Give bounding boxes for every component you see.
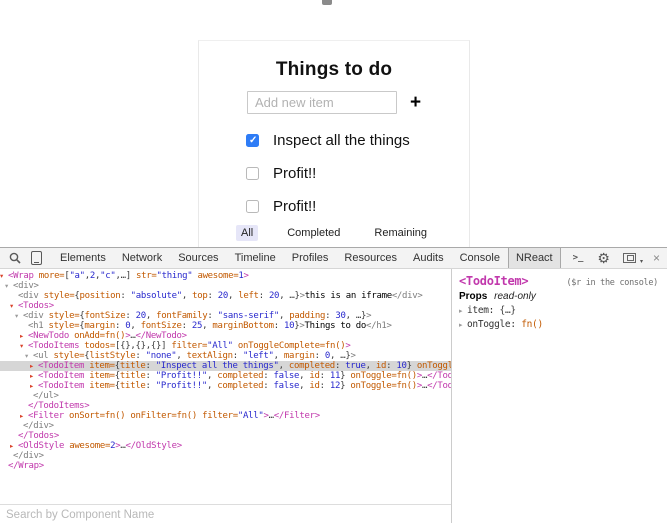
expand-arrow-icon[interactable]: ▸ [459, 321, 467, 329]
prop-row[interactable]: ▸onToggle: fn() [459, 319, 660, 330]
devtools-toolbar: ElementsNetworkSourcesTimelineProfilesRe… [0, 248, 667, 269]
todo-label: Inspect all the things [273, 132, 410, 149]
devtools-tabs: ElementsNetworkSourcesTimelineProfilesRe… [52, 248, 561, 268]
device-mode-icon[interactable] [31, 251, 42, 265]
todo-list: Inspect all the things Profit!! Profit!! [246, 130, 469, 216]
todo-item: Profit!! [246, 163, 469, 183]
todo-label: Profit!! [273, 165, 316, 182]
prop-value: {…} [500, 305, 516, 316]
tree-row[interactable]: </div> [0, 451, 451, 461]
todo-app-iframe: Things to do + Inspect all the things Pro… [198, 40, 470, 248]
expand-arrow-icon[interactable]: ▸ [20, 411, 28, 421]
tree-row[interactable]: ▾<Todos> [0, 301, 451, 311]
expand-arrow-icon[interactable]: ▸ [30, 361, 38, 371]
collapse-arrow-icon[interactable]: ▾ [25, 351, 33, 361]
dock-side-icon[interactable] [623, 253, 636, 263]
tree-row[interactable]: ▸<Filter onSort=fn() onFilter=fn() filte… [0, 411, 451, 421]
tree-row[interactable]: ▾<div style={fontSize: 20, fontFamily: "… [0, 311, 451, 321]
inspect-element-icon[interactable] [8, 251, 22, 265]
tab-nreact[interactable]: NReact [508, 248, 561, 268]
add-item-button[interactable]: + [410, 93, 421, 112]
prop-rows: ▸item: {…}▸onToggle: fn() [459, 305, 660, 330]
tree-row[interactable]: ▸<TodoItem item={title: "Profit!!", comp… [0, 371, 451, 381]
tab-console[interactable]: Console [452, 248, 508, 268]
todo-checkbox[interactable] [246, 167, 259, 180]
expand-arrow-icon[interactable]: ▸ [30, 371, 38, 381]
tab-network[interactable]: Network [114, 248, 170, 268]
props-panel: <TodoItem> ($r in the console) Props rea… [452, 269, 667, 523]
console-drawer-icon[interactable]: >_ [573, 253, 584, 263]
tree-row[interactable]: ▸<TodoItem item={title: "Inspect all the… [0, 361, 451, 371]
prop-value: fn() [521, 319, 543, 330]
expand-arrow-icon[interactable]: ▸ [30, 381, 38, 391]
todo-checkbox[interactable] [246, 200, 259, 213]
tree-row[interactable]: </ul> [0, 391, 451, 401]
collapse-arrow-icon[interactable]: ▾ [15, 311, 23, 321]
tree-row[interactable]: ▾<Wrap more=["a",2,"c",…] str="thing" aw… [0, 271, 451, 281]
component-search-input[interactable] [0, 506, 452, 523]
collapse-arrow-icon[interactable]: ▾ [0, 271, 8, 281]
props-header: <TodoItem> ($r in the console) [459, 274, 660, 288]
tree-row[interactable]: </div> [0, 421, 451, 431]
prop-name: onToggle: [467, 319, 521, 330]
props-label: Props [459, 291, 487, 302]
tree-row[interactable]: </Todos> [0, 431, 451, 441]
filter-remaining[interactable]: Remaining [369, 225, 432, 241]
tree-row[interactable]: <h1 style={margin: 0, fontSize: 25, marg… [0, 321, 451, 331]
readonly-label: read-only [494, 291, 536, 302]
todo-item: Inspect all the things [246, 130, 469, 150]
new-item-input[interactable] [247, 91, 397, 114]
tree-row[interactable]: ▸<TodoItem item={title: "Profit!!", comp… [0, 381, 451, 391]
component-tree-panel: ▾<Wrap more=["a",2,"c",…] str="thing" aw… [0, 269, 452, 523]
tab-timeline[interactable]: Timeline [227, 248, 284, 268]
prop-row[interactable]: ▸item: {…} [459, 305, 660, 316]
todo-checkbox[interactable] [246, 134, 259, 147]
tab-audits[interactable]: Audits [405, 248, 452, 268]
tab-resources[interactable]: Resources [336, 248, 405, 268]
tab-elements[interactable]: Elements [52, 248, 114, 268]
selected-component-name: <TodoItem> [459, 274, 528, 288]
todo-item: Profit!! [246, 196, 469, 216]
devtools-body: ▾<Wrap more=["a",2,"c",…] str="thing" aw… [0, 269, 667, 523]
filter-all[interactable]: All [236, 225, 258, 241]
filter-completed[interactable]: Completed [282, 225, 345, 241]
add-item-row: + [199, 91, 469, 114]
todo-label: Profit!! [273, 198, 316, 215]
expand-arrow-icon[interactable]: ▸ [20, 331, 28, 341]
page: Things to do + Inspect all the things Pro… [0, 0, 667, 523]
tree-row[interactable]: ▾<ul style={listStyle: "none", textAlign… [0, 351, 451, 361]
prop-name: item: [467, 305, 500, 316]
devtools-panel: ElementsNetworkSourcesTimelineProfilesRe… [0, 247, 667, 523]
filter-buttons: All Completed Remaining [199, 225, 469, 241]
component-tree: ▾<Wrap more=["a",2,"c",…] str="thing" aw… [0, 269, 451, 471]
dock-options-caret-icon[interactable]: ▾ [640, 258, 643, 268]
expand-arrow-icon[interactable]: ▸ [10, 441, 18, 451]
tree-row[interactable]: </Wrap> [0, 461, 451, 471]
browser-chrome-artifact [322, 0, 332, 5]
tab-profiles[interactable]: Profiles [284, 248, 337, 268]
tree-row[interactable]: </TodoItems> [0, 401, 451, 411]
tree-row[interactable]: ▸<OldStyle awesome=2>…</OldStyle> [0, 441, 451, 451]
expand-arrow-icon[interactable]: ▸ [459, 307, 467, 315]
close-icon[interactable]: × [653, 252, 660, 264]
tree-row[interactable]: <div style={position: "absolute", top: 2… [0, 291, 451, 301]
search-bar [0, 504, 452, 523]
tree-row[interactable]: ▾<div> [0, 281, 451, 291]
tab-sources[interactable]: Sources [170, 248, 226, 268]
collapse-arrow-icon[interactable]: ▾ [10, 301, 18, 311]
console-hint: ($r in the console) [566, 278, 658, 288]
collapse-arrow-icon[interactable]: ▾ [20, 341, 28, 351]
gear-icon[interactable]: ⚙ [597, 251, 610, 265]
page-title: Things to do [199, 59, 469, 81]
tree-row[interactable]: ▾<TodoItems todos=[{},{},{}] filter="All… [0, 341, 451, 351]
collapse-arrow-icon[interactable]: ▾ [5, 281, 13, 291]
tree-row[interactable]: ▸<NewTodo onAdd=fn()>…</NewTodo> [0, 331, 451, 341]
props-subheader: Props read-only [459, 291, 660, 302]
